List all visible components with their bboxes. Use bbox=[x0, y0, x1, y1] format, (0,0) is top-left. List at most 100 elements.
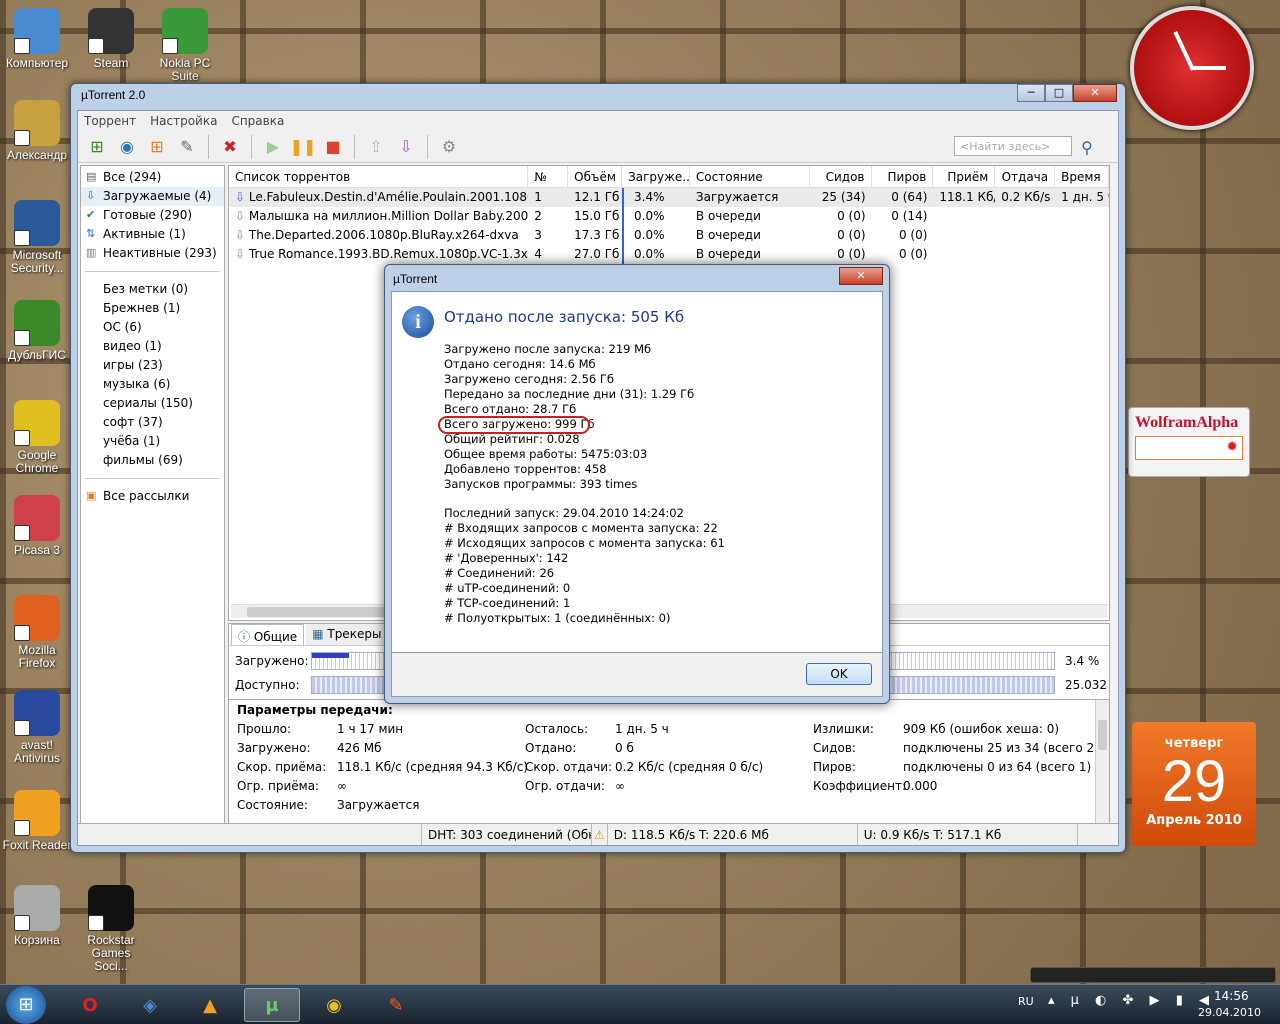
desktop-icon[interactable]: avast! Antivirus bbox=[0, 690, 74, 765]
app-task-icon[interactable]: ◈ bbox=[122, 988, 178, 1022]
sidebar-label-item[interactable]: фильмы (69) bbox=[81, 451, 224, 470]
wolfram-star-icon[interactable]: ✹ bbox=[1226, 439, 1238, 455]
clock-gadget[interactable] bbox=[1130, 6, 1254, 130]
desktop-icon-label: Mozilla Firefox bbox=[18, 643, 56, 670]
column-header[interactable]: Приём bbox=[933, 166, 996, 187]
settings-gear-icon[interactable]: ⚙ bbox=[436, 135, 462, 159]
sidebar-item-feeds[interactable]: ▣ Все рассылки bbox=[81, 487, 224, 506]
tab-trackers[interactable]: ▦ Трекеры bbox=[306, 624, 388, 645]
sidebar-label-item[interactable]: игры (23) bbox=[81, 356, 224, 375]
table-row[interactable]: ⇩ True Romance.1993.BD.Remux.1080p.VC-1.… bbox=[229, 245, 1109, 264]
desktop-icon[interactable]: Rockstar Games Soci... bbox=[74, 885, 148, 973]
desktop-icon[interactable]: Компьютер bbox=[0, 8, 74, 70]
sidebar-item[interactable]: ▥ Неактивные (293) bbox=[81, 244, 224, 263]
desktop-icon[interactable]: Корзина bbox=[0, 885, 74, 947]
stop-icon[interactable]: ■ bbox=[320, 135, 346, 159]
move-up-icon[interactable]: ⇧ bbox=[363, 135, 389, 159]
sidebar-label-item[interactable]: софт (37) bbox=[81, 413, 224, 432]
table-cell: 0 (0) bbox=[872, 245, 934, 264]
clock-date[interactable]: 29.04.2010 bbox=[1198, 1006, 1261, 1019]
menu-item[interactable]: Торрент bbox=[84, 114, 136, 128]
table-row[interactable]: ⇩ Малышка на миллион.Million Dollar Baby… bbox=[229, 207, 1109, 226]
opera-task-icon[interactable]: O bbox=[62, 988, 118, 1022]
title-bar[interactable]: µTorrent 2.0 bbox=[71, 84, 1125, 108]
media-player-bar[interactable] bbox=[1030, 967, 1276, 983]
menu-item[interactable]: Настройка bbox=[150, 114, 217, 128]
utorrent-task-icon[interactable]: µ bbox=[244, 988, 300, 1022]
add-torrent-icon[interactable]: ⊞ bbox=[84, 135, 110, 159]
close-button[interactable]: ✕ bbox=[1073, 84, 1117, 102]
wolfram-input[interactable]: ✹ bbox=[1135, 436, 1243, 460]
aimp-task-icon[interactable]: ▲ bbox=[182, 988, 238, 1022]
warning-icon[interactable]: ⚠ bbox=[592, 824, 608, 845]
desktop-icon[interactable]: Александр bbox=[0, 100, 74, 162]
foxit-task-icon[interactable]: ✎ bbox=[368, 988, 424, 1022]
start-icon[interactable]: ▶ bbox=[260, 135, 286, 159]
pause-icon[interactable]: ❚❚ bbox=[290, 135, 317, 159]
column-header[interactable]: № bbox=[528, 166, 569, 187]
add-rss-icon[interactable]: ⊞ bbox=[144, 135, 170, 159]
desktop-icon[interactable]: Microsoft Security... bbox=[0, 200, 74, 275]
cal-month: Апрель 2010 bbox=[1146, 813, 1242, 828]
column-header[interactable]: Состояние bbox=[690, 166, 810, 187]
tray-icons[interactable]: ▴ µ ◐ ✤ ▶ ▮ ◀ bbox=[1048, 993, 1215, 1008]
desktop-icon[interactable]: Picasa 3 bbox=[0, 495, 74, 557]
column-header[interactable]: Время bbox=[1055, 166, 1110, 187]
sidebar-label-item[interactable]: Брежнев (1) bbox=[81, 299, 224, 318]
table-cell: ⇩ The.Departed.2006.1080p.BluRay.x264-dx… bbox=[229, 226, 528, 245]
desktop-icon[interactable]: Foxit Reader bbox=[0, 790, 74, 852]
create-torrent-icon[interactable]: ✎ bbox=[174, 135, 200, 159]
sidebar-item[interactable]: ⇩ Загружаемые (4) bbox=[81, 187, 224, 206]
param-value: ∞ bbox=[615, 779, 625, 793]
table-cell bbox=[933, 226, 995, 245]
chrome-task-icon[interactable]: ◉ bbox=[306, 988, 362, 1022]
add-url-icon[interactable]: ◉ bbox=[114, 135, 140, 159]
sidebar-item[interactable]: ✔ Готовые (290) bbox=[81, 206, 224, 225]
sidebar-label-item[interactable]: видео (1) bbox=[81, 337, 224, 356]
sidebar-label-item[interactable]: музыка (6) bbox=[81, 375, 224, 394]
desktop-icon[interactable]: Mozilla Firefox bbox=[0, 595, 74, 670]
start-button[interactable]: ⊞ bbox=[6, 986, 46, 1024]
menu-item[interactable]: Справка bbox=[231, 114, 284, 128]
sidebar-label-item[interactable]: учёба (1) bbox=[81, 432, 224, 451]
desktop-icon[interactable]: ДубльГИС bbox=[0, 300, 74, 362]
column-header[interactable]: Отдача bbox=[995, 166, 1056, 187]
sidebar-label-item[interactable]: Без метки (0) bbox=[81, 280, 224, 299]
stat-line: Запусков программы: 393 times bbox=[444, 477, 638, 491]
table-row[interactable]: ⇩ Le.Fabuleux.Destin.d'Amélie.Poulain.20… bbox=[229, 188, 1109, 207]
column-header[interactable]: Список торрентов bbox=[229, 166, 529, 187]
ok-button[interactable]: OK bbox=[806, 663, 872, 685]
sidebar-label-item[interactable]: ОС (6) bbox=[81, 318, 224, 337]
table-cell: 0.0% bbox=[622, 226, 690, 245]
sidebar-label-item[interactable]: сериалы (150) bbox=[81, 394, 224, 413]
wolfram-alpha-gadget[interactable]: WolframAlpha ✹ bbox=[1128, 407, 1250, 477]
language-indicator[interactable]: RU bbox=[1018, 995, 1034, 1008]
info-large-icon: i bbox=[402, 306, 434, 338]
move-down-icon[interactable]: ⇩ bbox=[393, 135, 419, 159]
maximize-button[interactable]: □ bbox=[1045, 84, 1073, 102]
desktop-icon[interactable]: Nokia PC Suite bbox=[148, 8, 222, 83]
param-label: Отдано: bbox=[525, 741, 577, 755]
desktop-icon[interactable]: Google Chrome bbox=[0, 400, 74, 475]
status-upload: U: 0.9 Кб/s T: 517.1 Кб bbox=[858, 824, 1078, 845]
dialog-close-button[interactable]: ✕ bbox=[839, 267, 883, 285]
minimize-button[interactable]: ─ bbox=[1017, 84, 1045, 102]
clock-time[interactable]: 14:56 bbox=[1214, 989, 1249, 1003]
column-header[interactable]: Сидов bbox=[810, 166, 872, 187]
sidebar-item[interactable]: ▤ Все (294) bbox=[81, 168, 224, 187]
sidebar-item[interactable]: ⇅ Активные (1) bbox=[81, 225, 224, 244]
remove-icon[interactable]: ✖ bbox=[217, 135, 243, 159]
column-header[interactable]: Объём bbox=[568, 166, 623, 187]
column-header[interactable]: Загруже... bbox=[622, 166, 690, 187]
search-icon[interactable]: ⚲ bbox=[1074, 135, 1100, 159]
desktop-icon[interactable]: Steam bbox=[74, 8, 148, 70]
table-row[interactable]: ⇩ The.Departed.2006.1080p.BluRay.x264-dx… bbox=[229, 226, 1109, 245]
param-value: ∞ bbox=[337, 779, 347, 793]
status-download: D: 118.5 Кб/s T: 220.6 Мб bbox=[608, 824, 858, 845]
column-header[interactable]: Пиров bbox=[872, 166, 934, 187]
search-input[interactable]: <Найти здесь> bbox=[954, 136, 1072, 156]
sidebar-item-label: фильмы (69) bbox=[103, 453, 183, 467]
tab-general[interactable]: ⓘ Общие bbox=[231, 624, 305, 645]
param-label: Коэффициент: bbox=[813, 779, 906, 793]
params-scrollbar[interactable] bbox=[1095, 700, 1109, 834]
